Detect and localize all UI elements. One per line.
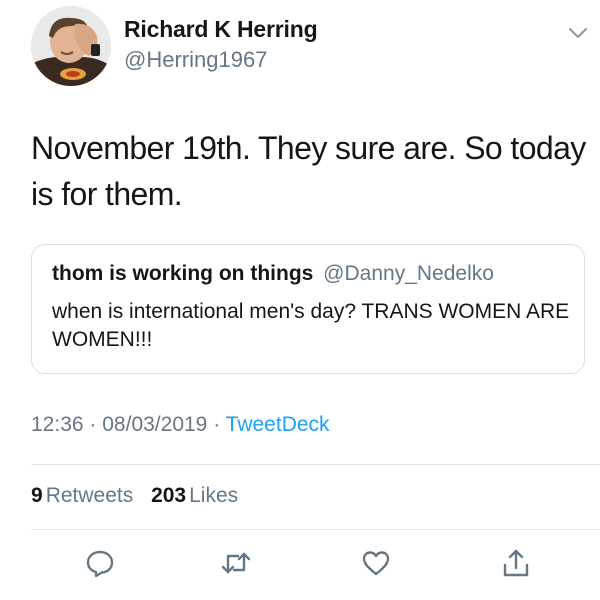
tweet-detail: Richard K Herring @Herring1967 November … (0, 0, 600, 600)
quoted-tweet-handle: @Danny_Nedelko (323, 262, 494, 285)
reply-icon[interactable] (84, 547, 116, 579)
quoted-tweet-card[interactable]: thom is working on things @Danny_Nedelko… (31, 244, 585, 374)
likes-count[interactable]: 203 (151, 484, 186, 507)
likes-label[interactable]: Likes (189, 484, 238, 507)
meta-separator: · (89, 413, 97, 436)
quoted-tweet-display-name: thom is working on things (52, 262, 314, 285)
divider (31, 464, 600, 465)
like-icon[interactable] (360, 547, 392, 579)
author-display-name[interactable]: Richard K Herring (124, 16, 318, 43)
tweet-date: 08/03/2019 (102, 413, 208, 436)
tweet-time: 12:36 (31, 413, 84, 436)
share-icon[interactable] (500, 547, 532, 579)
retweets-count[interactable]: 9 (31, 484, 43, 507)
divider (31, 529, 600, 530)
quoted-tweet-header: thom is working on things @Danny_Nedelko (52, 262, 494, 286)
chevron-down-icon[interactable] (568, 26, 588, 40)
meta-separator: · (213, 413, 221, 436)
retweets-label[interactable]: Retweets (46, 484, 134, 507)
tweet-text: November 19th. They sure are. So today i… (31, 130, 586, 212)
quoted-tweet-text: when is international men's day? TRANS W… (52, 300, 570, 351)
tweet-stats: 9 Retweets 203 Likes (31, 484, 250, 508)
tweet-meta: 12:36 · 08/03/2019 · TweetDeck (31, 413, 330, 437)
author-handle[interactable]: @Herring1967 (124, 47, 267, 73)
avatar[interactable] (31, 6, 111, 86)
tweet-source-link[interactable]: TweetDeck (226, 413, 330, 436)
avatar-image (31, 6, 111, 86)
retweet-icon[interactable] (220, 547, 252, 579)
